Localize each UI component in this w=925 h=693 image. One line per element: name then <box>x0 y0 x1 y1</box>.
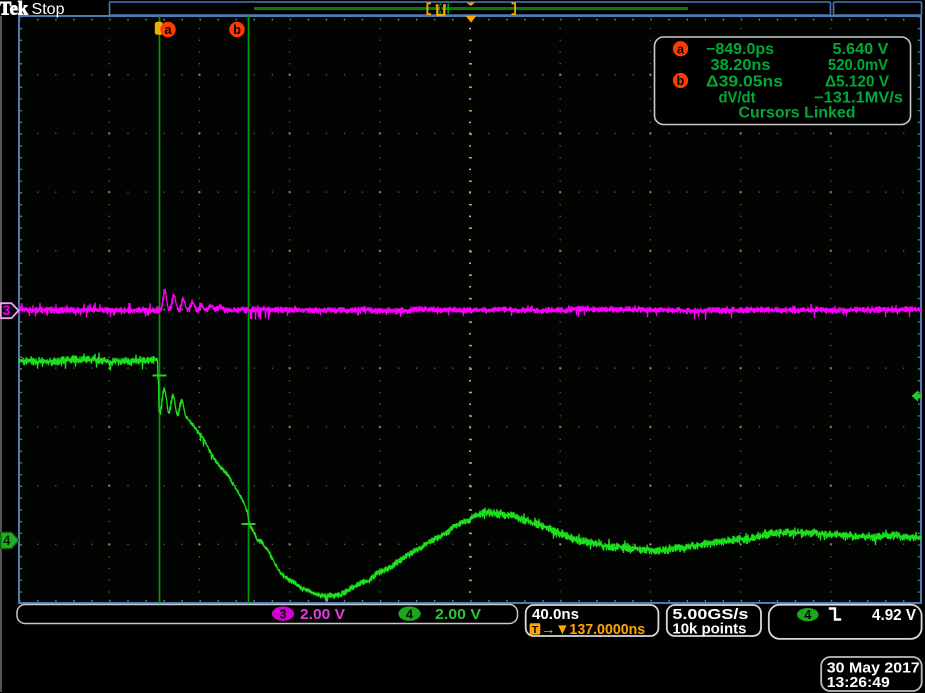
svg-text:520.0mV: 520.0mV <box>828 57 889 74</box>
svg-text:Δ5.120 V: Δ5.120 V <box>825 73 890 90</box>
svg-text:→▼137.0000ns: →▼137.0000ns <box>541 621 645 638</box>
svg-text:2.00 V: 2.00 V <box>300 606 345 623</box>
svg-text:3: 3 <box>280 607 287 621</box>
svg-text:2.00 V: 2.00 V <box>435 606 481 623</box>
svg-text:4: 4 <box>804 608 811 622</box>
svg-text:3: 3 <box>3 303 11 318</box>
svg-text:a: a <box>677 42 685 56</box>
svg-text:13:26:49: 13:26:49 <box>827 675 890 691</box>
svg-text:30 May 2017: 30 May 2017 <box>827 661 920 677</box>
svg-text:Tek: Tek <box>0 0 29 20</box>
svg-text:Cursors Linked: Cursors Linked <box>739 105 856 122</box>
svg-text:4: 4 <box>406 607 413 621</box>
svg-text:T: T <box>532 624 539 636</box>
svg-text:b: b <box>233 22 241 37</box>
svg-text:10k points: 10k points <box>672 620 746 637</box>
svg-text:4: 4 <box>3 533 11 548</box>
svg-text:−849.0ps: −849.0ps <box>706 41 774 58</box>
svg-text:5.640 V: 5.640 V <box>833 41 890 58</box>
svg-text:a: a <box>164 22 172 37</box>
svg-text:b: b <box>677 74 685 88</box>
svg-text:Δ39.05ns: Δ39.05ns <box>706 73 783 90</box>
svg-text:4.92 V: 4.92 V <box>872 607 917 624</box>
svg-text:Stop: Stop <box>32 1 65 18</box>
svg-text:38.20ns: 38.20ns <box>711 57 771 74</box>
